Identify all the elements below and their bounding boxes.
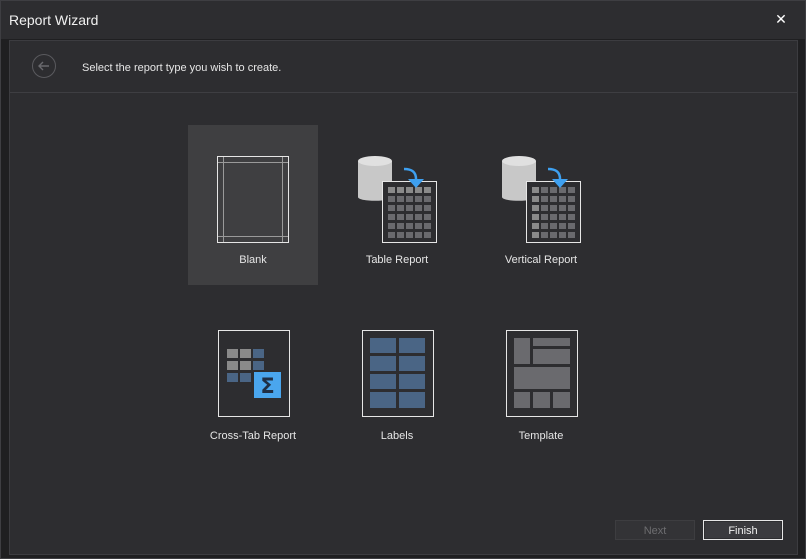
finish-button[interactable]: Finish	[703, 520, 783, 540]
svg-text:Σ: Σ	[260, 374, 274, 398]
title-bar: Report Wizard ✕	[1, 1, 805, 39]
template-icon	[506, 330, 578, 417]
window-title: Report Wizard	[9, 12, 99, 28]
wizard-header: Select the report type you wish to creat…	[10, 41, 797, 93]
wizard-panel: Select the report type you wish to creat…	[9, 40, 798, 555]
tile-label: Cross-Tab Report	[209, 430, 297, 442]
report-type-labels[interactable]: Labels	[332, 300, 462, 460]
tile-label: Table Report	[365, 254, 429, 266]
report-type-vertical[interactable]: Vertical Report	[476, 125, 606, 285]
cross-tab-report-icon: Σ	[218, 330, 290, 417]
report-type-cross-tab[interactable]: Σ Cross-Tab Report	[188, 300, 318, 460]
report-type-blank[interactable]: Blank	[188, 125, 318, 285]
report-type-template[interactable]: Template	[476, 300, 606, 460]
tile-label: Blank	[239, 254, 267, 266]
back-button[interactable]	[32, 54, 56, 78]
tile-label: Template	[518, 430, 564, 442]
vertical-report-icon	[502, 156, 581, 243]
arrow-left-circle-icon	[38, 61, 49, 71]
close-button[interactable]: ✕	[773, 10, 789, 28]
instruction-text: Select the report type you wish to creat…	[82, 62, 282, 74]
labels-icon	[362, 330, 434, 417]
next-button[interactable]: Next	[615, 520, 695, 540]
tile-label: Vertical Report	[504, 254, 578, 266]
tile-label: Labels	[380, 430, 414, 442]
table-report-icon	[358, 156, 437, 243]
report-type-table[interactable]: Table Report	[332, 125, 462, 285]
blank-page-icon	[217, 156, 289, 243]
